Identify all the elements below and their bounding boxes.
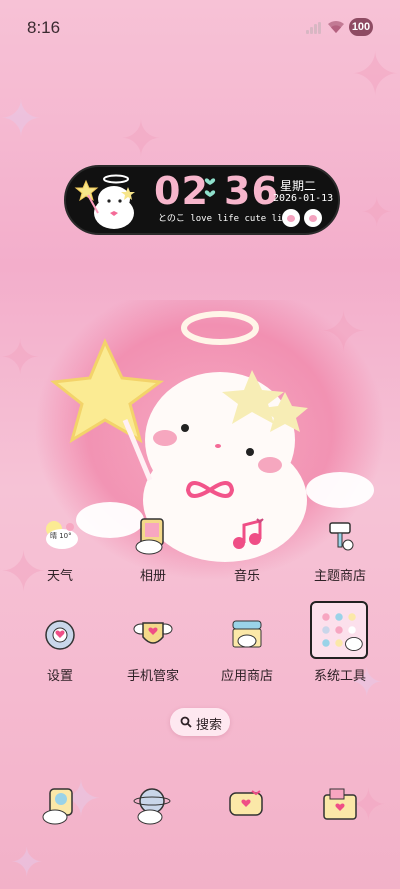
status-time: 8:16 [27,18,61,37]
background-star-decoration: ✦ [10,840,44,886]
dock-messages[interactable] [224,783,268,827]
messages-icon [229,790,263,816]
app-label: 主题商店 [313,569,366,584]
clock-minutes: 36 [224,169,279,213]
system-tools-folder-icon [310,601,368,659]
app-system-tools-folder[interactable]: 系统工具 [300,601,380,695]
app-label: 音乐 [233,569,260,584]
app-label: 天气 [46,569,73,584]
status-bar: 8:16 100 [0,0,400,52]
app-store-icon [227,615,267,655]
phone-icon [42,788,73,825]
weather-badge: 晴 10° [50,532,72,540]
app-weather[interactable]: 晴 10° 天气 [20,515,100,595]
clock-tagline: とのこ love life cute life [158,214,294,224]
browser-icon [133,788,171,825]
app-music[interactable]: 音乐 [207,515,287,595]
theme-store-icon [320,515,360,555]
app-gallery[interactable]: 相册 [113,515,193,595]
app-label: 应用商店 [220,669,273,684]
app-phone-manager[interactable]: 手机管家 [113,615,193,695]
signal-icon [306,22,322,34]
gallery-icon [133,515,173,555]
clock-weekday: 星期二 [280,179,317,193]
search-icon [180,716,192,728]
search-label: 搜索 [196,718,223,733]
music-icon [227,515,267,555]
clock-date: 2026-01-13 [273,193,334,204]
dock-files[interactable] [318,783,362,827]
app-label: 系统工具 [313,669,366,684]
dock-browser[interactable] [130,783,174,827]
app-settings[interactable]: 设置 [20,615,100,695]
app-label: 设置 [46,669,73,684]
background-star-decoration: ✦ [0,90,42,148]
app-label: 手机管家 [126,669,179,684]
app-label: 相册 [139,569,166,584]
clock-hours: 02 [154,169,209,213]
app-theme-store[interactable]: 主题商店 [300,515,380,595]
heart-separator-icon [204,175,216,206]
wifi-icon [327,18,345,34]
battery-icon: 100 [349,18,373,36]
background-star-decoration: ✦ [360,190,394,236]
paw-icon [304,209,322,227]
app-app-store[interactable]: 应用商店 [207,615,287,695]
dock-phone[interactable] [38,783,82,827]
files-icon [323,788,357,820]
phone-manager-icon [133,615,173,655]
background-star-decoration: ✦ [120,110,162,168]
settings-icon [40,615,80,655]
clock-widget[interactable]: 02 36 星期二 2026-01-13 とのこ love life cute … [64,165,340,235]
search-button[interactable]: 搜索 [170,708,230,736]
angel-cat-illustration [72,171,152,233]
paw-icon [282,209,300,227]
